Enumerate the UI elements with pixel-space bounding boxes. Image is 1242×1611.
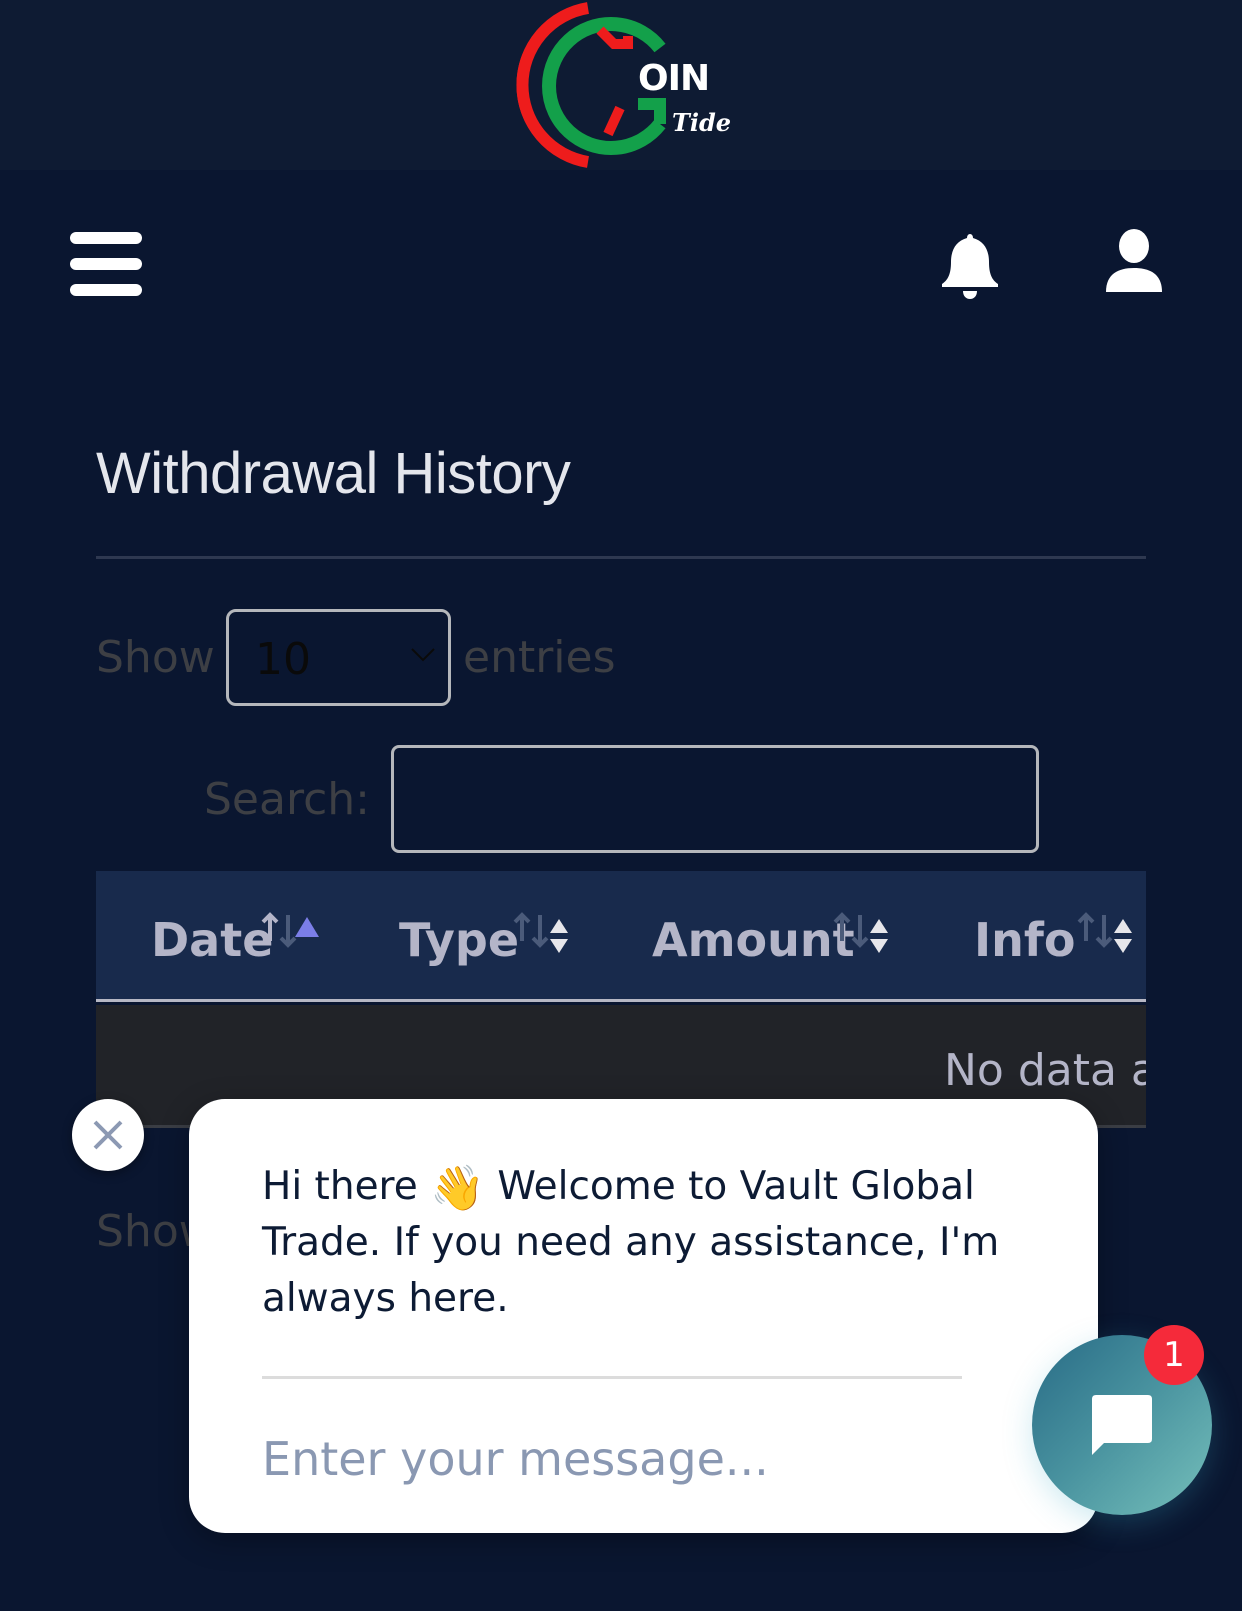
show-label: Show <box>96 632 215 683</box>
coin-tide-logo[interactable]: OIN Tide <box>510 0 740 170</box>
chat-popup: Hi there 👋 Welcome to Vault Global Trade… <box>189 1099 1098 1533</box>
column-header-label: Type <box>399 913 520 967</box>
column-header-info[interactable]: Info <box>974 913 1075 967</box>
entries-per-page-select[interactable]: 10 <box>226 609 451 706</box>
search-label: Search: <box>204 774 370 825</box>
column-header-label: Amount <box>652 913 855 967</box>
close-icon <box>93 1120 123 1150</box>
unread-count-badge: 1 <box>1144 1325 1204 1385</box>
empty-table-message: No data a <box>944 1045 1146 1096</box>
logo-subtitle: Tide <box>672 108 732 137</box>
hamburger-line <box>70 284 142 296</box>
profile-button[interactable] <box>1104 228 1164 298</box>
chat-greeting-text: Hi there <box>262 1164 418 1209</box>
sort-both-icon[interactable] <box>832 911 902 963</box>
sort-both-icon[interactable] <box>1076 911 1146 963</box>
chat-close-button[interactable] <box>72 1099 144 1171</box>
entries-label: entries <box>463 632 616 683</box>
logo-wordmark: OIN <box>638 58 710 99</box>
column-header-date[interactable]: Date <box>151 913 273 967</box>
table-header-row: Date Type Amount Info <box>96 871 1146 1002</box>
withdrawal-table: Date Type Amount Info No data a <box>96 871 1146 1128</box>
title-divider <box>96 556 1146 559</box>
chat-bubble-icon <box>1092 1395 1152 1455</box>
entries-per-page-value: 10 <box>255 634 311 685</box>
notifications-button[interactable] <box>938 232 1002 300</box>
chat-message-input[interactable] <box>262 1399 1042 1519</box>
navbar <box>0 170 1242 360</box>
user-icon <box>1106 229 1162 292</box>
sort-ascending-icon[interactable] <box>260 911 330 963</box>
chat-divider <box>262 1376 962 1379</box>
search-input[interactable] <box>391 745 1039 853</box>
page-title: Withdrawal History <box>96 441 571 506</box>
menu-button[interactable] <box>70 232 142 296</box>
hamburger-line <box>70 258 142 270</box>
column-header-type[interactable]: Type <box>399 913 519 967</box>
column-header-label: Date <box>151 913 274 967</box>
brand-header: OIN Tide <box>0 0 1242 170</box>
bell-icon <box>942 234 998 299</box>
chevron-down-icon <box>411 648 435 662</box>
sort-both-icon[interactable] <box>512 911 582 963</box>
column-header-label: Info <box>974 913 1076 967</box>
hamburger-icon <box>70 232 142 244</box>
waving-hand-icon: 👋 <box>430 1163 485 1214</box>
column-header-amount[interactable]: Amount <box>652 913 855 967</box>
chat-welcome-message: Hi there 👋 Welcome to Vault Global Trade… <box>262 1159 1002 1327</box>
